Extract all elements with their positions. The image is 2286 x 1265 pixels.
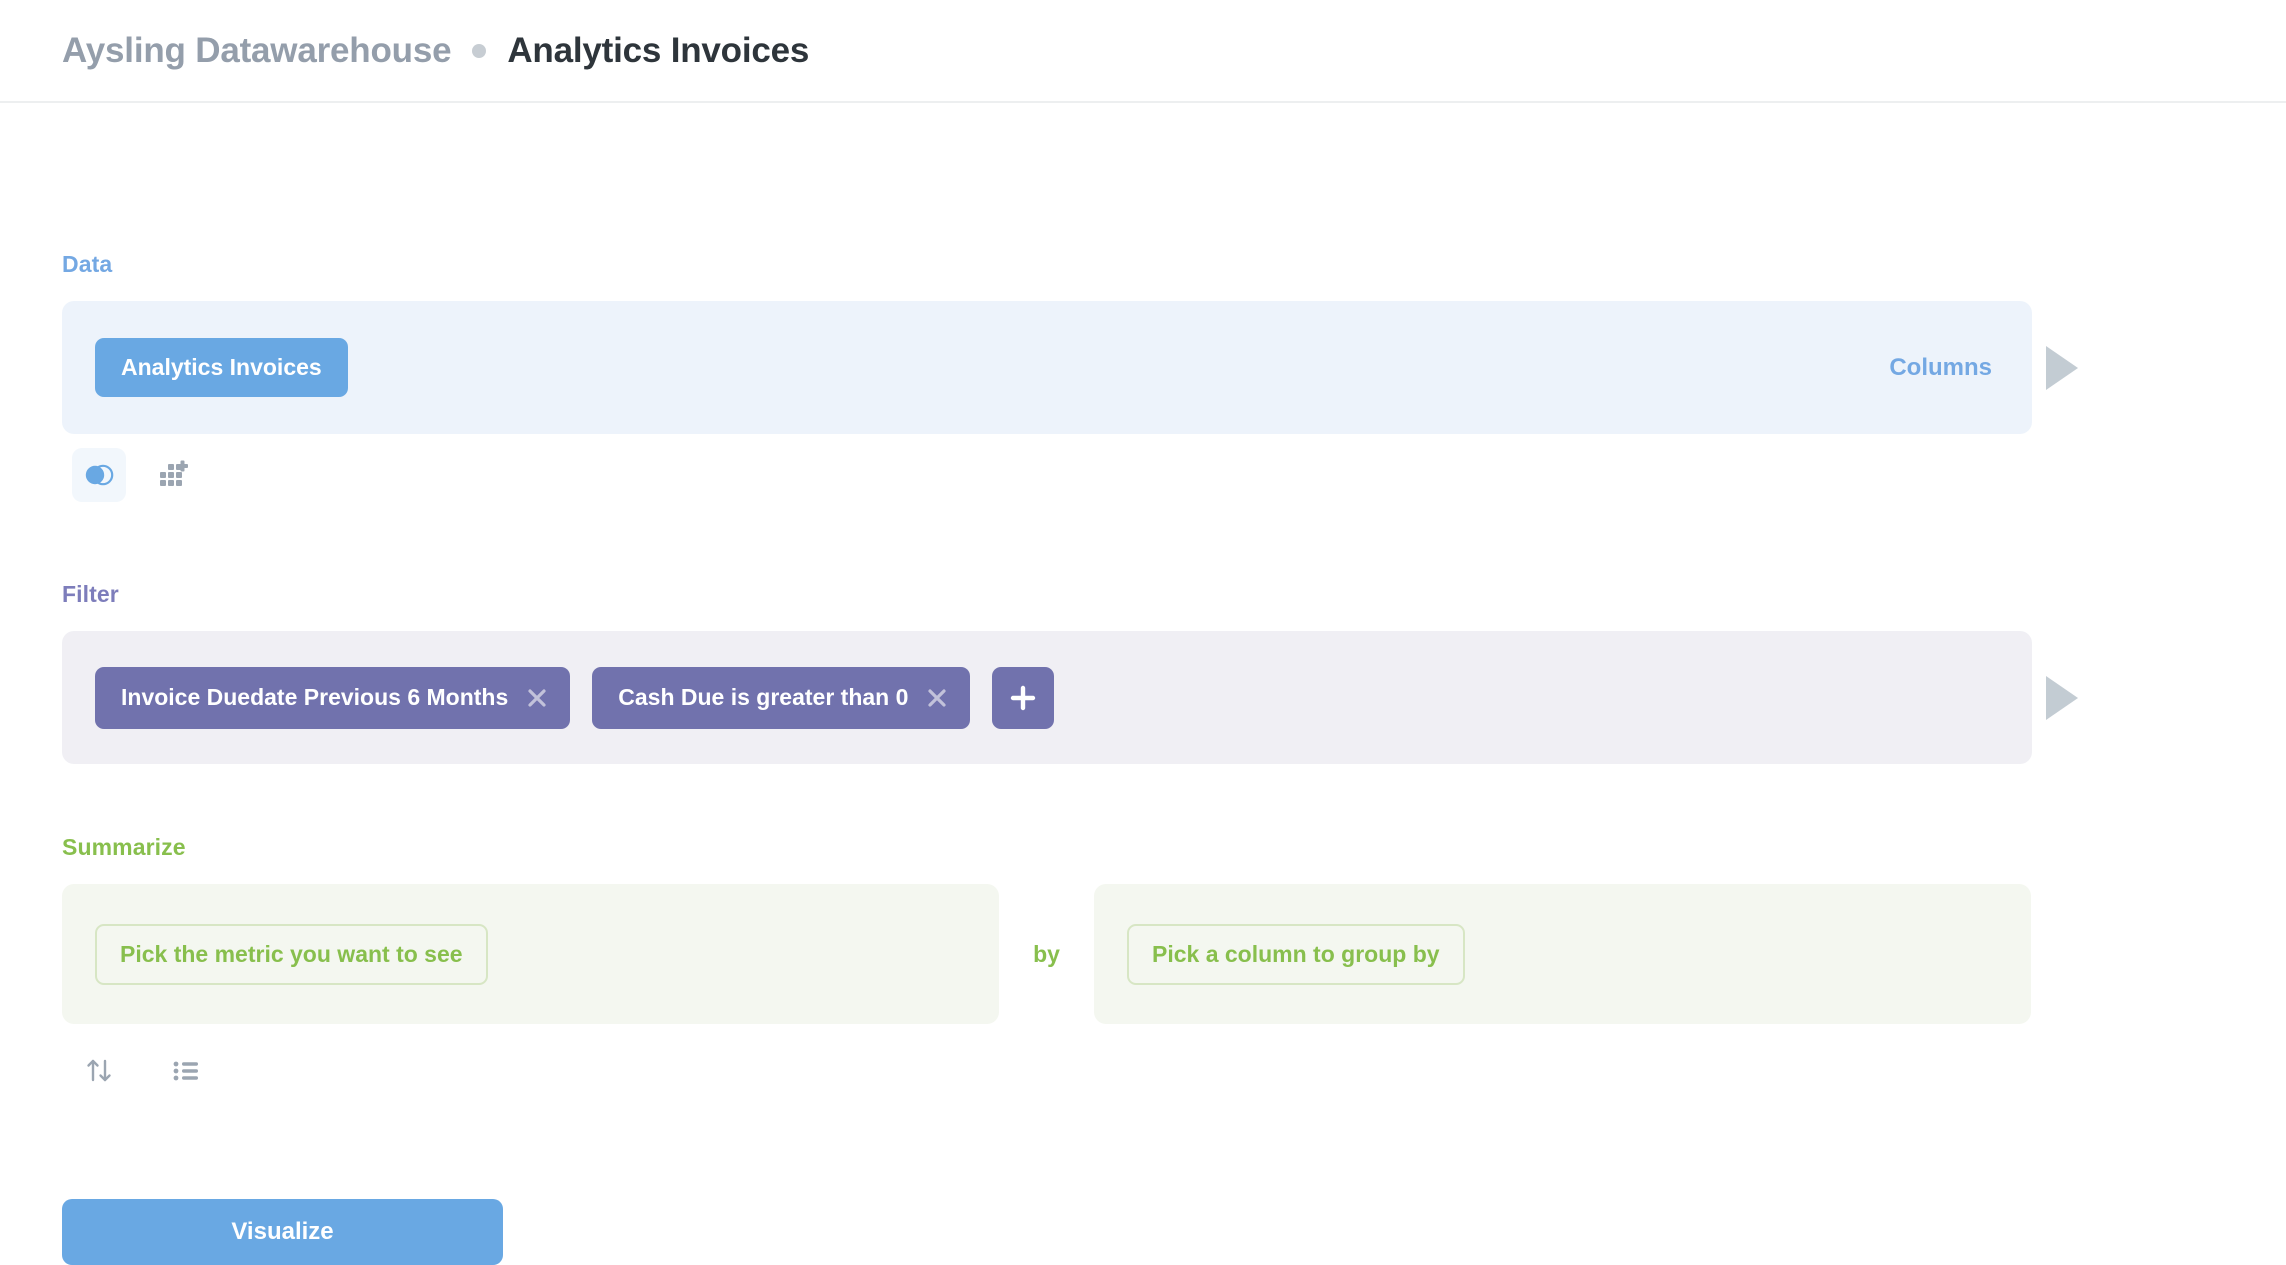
breadcrumb: Aysling Datawarehouse Analytics Invoices — [62, 31, 809, 71]
breakout-picker-button[interactable]: Pick a column to group by — [1127, 923, 1465, 985]
step-label-summarize: Summarize — [62, 834, 186, 860]
filter-chip[interactable]: Invoice Duedate Previous 6 Months — [95, 666, 571, 729]
app-header: Aysling Datawarehouse Analytics Invoices — [0, 0, 2286, 103]
filter-chip-label: Invoice Duedate Previous 6 Months — [121, 684, 509, 710]
columns-picker-button[interactable]: Columns — [1889, 354, 1992, 382]
notebook-step-data: Data Analytics Invoices Columns — [62, 251, 2224, 502]
custom-column-button[interactable] — [146, 448, 200, 502]
notebook-step-filter: Filter Invoice Duedate Previous 6 Months… — [62, 581, 2224, 764]
filter-chip-label: Cash Due is greater than 0 — [618, 684, 909, 710]
step-label-data: Data — [62, 251, 113, 277]
notebook-step-summarize: Summarize Pick the metric you want to se… — [62, 834, 2224, 1098]
page-title[interactable]: Analytics Invoices — [507, 31, 809, 71]
run-filter-step-play-icon[interactable] — [2046, 675, 2078, 720]
row-limit-icon — [173, 1061, 198, 1081]
data-step-panel: Analytics Invoices Columns — [62, 301, 2032, 434]
add-filter-button[interactable] — [992, 666, 1055, 729]
data-source-pill[interactable]: Analytics Invoices — [95, 338, 348, 397]
plus-icon — [1011, 685, 1036, 710]
filter-step-panel: Invoice Duedate Previous 6 Months Cash D… — [62, 631, 2032, 764]
step-label-filter: Filter — [62, 581, 119, 607]
summarize-metric-panel: Pick the metric you want to see — [62, 884, 999, 1024]
metric-picker-button[interactable]: Pick the metric you want to see — [95, 923, 488, 985]
join-data-icon — [85, 464, 114, 486]
close-icon[interactable] — [926, 687, 948, 709]
close-icon[interactable] — [526, 687, 548, 709]
custom-column-icon — [160, 460, 188, 486]
sort-button[interactable] — [72, 1044, 126, 1098]
summarize-breakout-panel: Pick a column to group by — [1094, 884, 2031, 1024]
sort-icon — [87, 1059, 111, 1082]
visualize-row: Visualize — [62, 1199, 503, 1265]
row-limit-button[interactable] — [159, 1044, 213, 1098]
visualize-button[interactable]: Visualize — [62, 1199, 503, 1265]
summarize-by-label: by — [1033, 940, 1060, 967]
run-data-step-play-icon[interactable] — [2046, 345, 2078, 390]
join-data-button[interactable] — [72, 448, 126, 502]
filter-chip[interactable]: Cash Due is greater than 0 — [592, 666, 971, 729]
breadcrumb-database[interactable]: Aysling Datawarehouse — [62, 31, 452, 71]
dot-separator-icon — [472, 43, 487, 58]
